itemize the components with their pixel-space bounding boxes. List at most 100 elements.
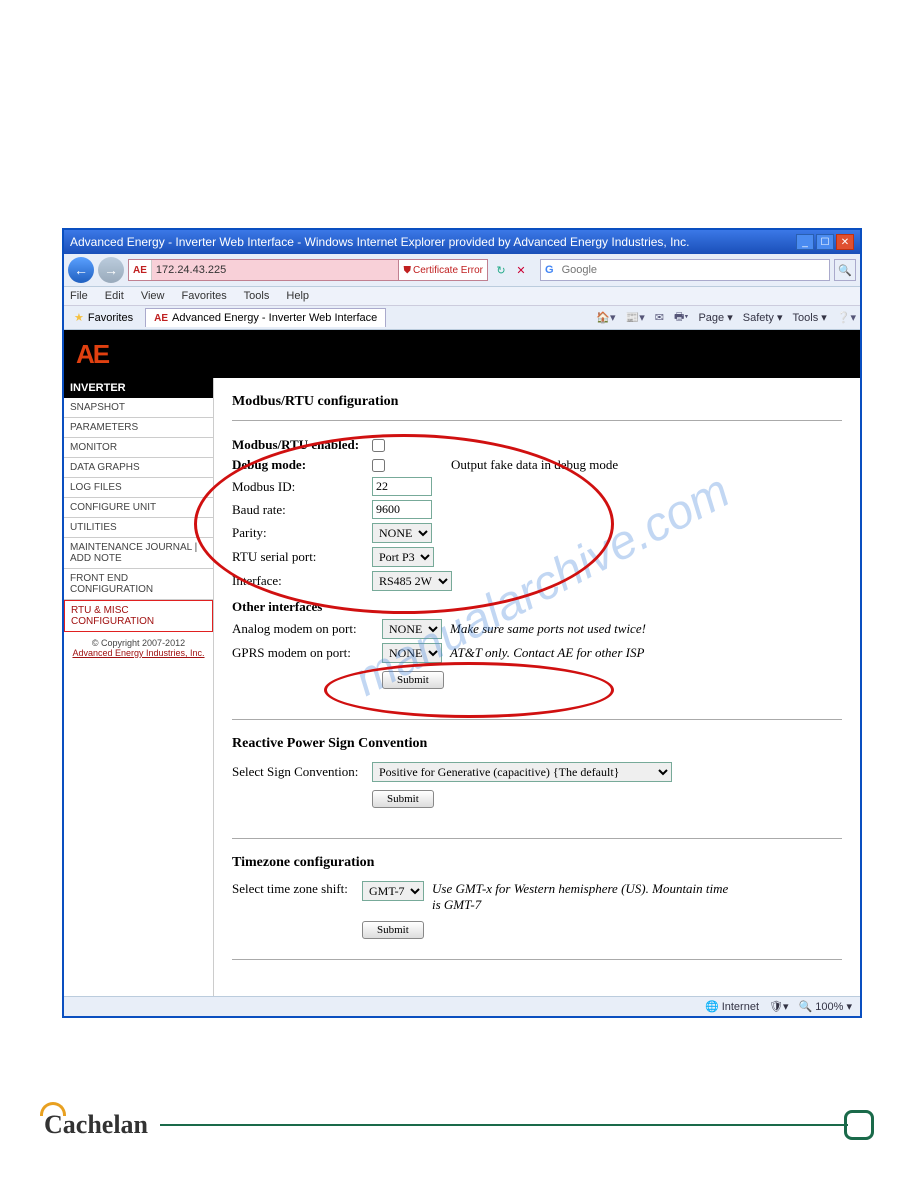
company-link[interactable]: Advanced Energy Industries, Inc. xyxy=(72,648,204,658)
page-menu[interactable]: Page ▾ xyxy=(698,311,732,324)
globe-icon: 🌐 xyxy=(705,1001,719,1013)
command-bar: 🏠▾ 📰▾ ✉ 🖶▾ Page ▾ Safety ▾ Tools ▾ ❔▾ xyxy=(596,308,856,327)
sidebar-item-maintenance-journal[interactable]: MAINTENANCE JOURNAL | ADD NOTE xyxy=(64,538,213,569)
close-button[interactable]: ✕ xyxy=(836,234,854,250)
menu-file[interactable]: File xyxy=(70,290,88,302)
stop-button[interactable]: ✕ xyxy=(514,264,528,277)
sidebar-item-data-graphs[interactable]: DATA GRAPHS xyxy=(64,458,213,478)
tab-icon: AE xyxy=(154,313,168,324)
sidebar-item-utilities[interactable]: UTILITIES xyxy=(64,518,213,538)
site-banner: AE xyxy=(64,330,860,378)
select-interface[interactable]: RS485 2W xyxy=(372,571,452,591)
divider xyxy=(232,959,842,960)
mail-icon[interactable]: ✉ xyxy=(655,311,664,324)
select-analog-modem[interactable]: NONE xyxy=(382,619,442,639)
logo-arc-icon xyxy=(40,1102,66,1116)
debug-note: Output fake data in debug mode xyxy=(451,457,618,473)
ae-logo: AE xyxy=(76,339,108,370)
note-gprs-modem: AT&T only. Contact AE for other ISP xyxy=(450,645,644,661)
tab-bar: ★Favorites AE Advanced Energy - Inverter … xyxy=(64,306,860,330)
menu-bar: File Edit View Favorites Tools Help xyxy=(64,287,860,306)
sidebar-item-snapshot[interactable]: SNAPSHOT xyxy=(64,398,213,418)
label-modbus-id: Modbus ID: xyxy=(232,479,372,495)
select-gprs-modem[interactable]: NONE xyxy=(382,643,442,663)
window-controls: _ ☐ ✕ xyxy=(796,234,854,250)
sidebar-item-front-end-config[interactable]: FRONT END CONFIGURATION xyxy=(64,569,213,600)
sidebar-header: INVERTER xyxy=(64,378,213,398)
footer-brand-logo: Cachelan xyxy=(44,1110,148,1140)
sidebar-copyright: © Copyright 2007-2012 Advanced Energy In… xyxy=(64,632,213,664)
select-sign-convention[interactable]: Positive for Generative (capacitive) {Th… xyxy=(372,762,672,782)
address-bar[interactable]: AE ⛊Certificate Error xyxy=(128,259,488,281)
certificate-error-badge[interactable]: ⛊Certificate Error xyxy=(398,260,487,280)
checkbox-debug-mode[interactable] xyxy=(372,459,385,472)
divider xyxy=(232,838,842,839)
divider xyxy=(232,719,842,720)
minimize-button[interactable]: _ xyxy=(796,234,814,250)
note-timezone: Use GMT-x for Western hemisphere (US). M… xyxy=(432,881,732,913)
maximize-button[interactable]: ☐ xyxy=(816,234,834,250)
menu-help[interactable]: Help xyxy=(286,290,309,302)
menu-edit[interactable]: Edit xyxy=(105,290,124,302)
zoom-control[interactable]: 🔍 100% ▾ xyxy=(799,1000,852,1013)
footer-box-icon xyxy=(844,1110,874,1140)
input-baud-rate[interactable] xyxy=(372,500,432,519)
menu-tools[interactable]: Tools xyxy=(244,290,270,302)
sidebar-item-parameters[interactable]: PARAMETERS xyxy=(64,418,213,438)
forward-button[interactable]: → xyxy=(98,257,124,283)
select-rtu-serial-port[interactable]: Port P3 xyxy=(372,547,434,567)
google-icon: G xyxy=(541,264,558,276)
subhead-other-interfaces: Other interfaces xyxy=(232,599,842,615)
label-baud-rate: Baud rate: xyxy=(232,502,372,518)
sidebar-item-monitor[interactable]: MONITOR xyxy=(64,438,213,458)
status-bar: 🌐 Internet 🛡▾ 🔍 100% ▾ xyxy=(64,996,860,1016)
browser-tab[interactable]: AE Advanced Energy - Inverter Web Interfa… xyxy=(145,308,386,327)
divider xyxy=(232,420,842,421)
submit-button-timezone[interactable]: Submit xyxy=(362,921,424,939)
sidebar-item-log-files[interactable]: LOG FILES xyxy=(64,478,213,498)
url-input[interactable] xyxy=(152,264,399,276)
note-analog-modem: Make sure same ports not used twice! xyxy=(450,621,646,637)
home-icon[interactable]: 🏠▾ xyxy=(596,311,615,324)
shield-icon: ⛊ xyxy=(403,265,411,276)
label-sign-convention: Select Sign Convention: xyxy=(232,764,372,780)
sidebar: INVERTER SNAPSHOT PARAMETERS MONITOR DAT… xyxy=(64,378,214,996)
sidebar-item-rtu-misc-config[interactable]: RTU & MISC CONFIGURATION xyxy=(64,600,213,632)
tools-menu[interactable]: Tools ▾ xyxy=(793,311,827,324)
select-timezone[interactable]: GMT-7 xyxy=(362,881,424,901)
feeds-icon[interactable]: 📰▾ xyxy=(626,311,645,324)
checkbox-modbus-enabled[interactable] xyxy=(372,439,385,452)
search-box[interactable]: G xyxy=(540,259,830,281)
menu-favorites[interactable]: Favorites xyxy=(182,290,227,302)
protected-mode-icon: 🛡▾ xyxy=(769,1000,789,1013)
browser-window: Advanced Energy - Inverter Web Interface… xyxy=(62,228,862,1018)
sidebar-item-configure-unit[interactable]: CONFIGURE UNIT xyxy=(64,498,213,518)
label-interface: Interface: xyxy=(232,573,372,589)
search-input[interactable] xyxy=(558,264,829,276)
favorites-button[interactable]: ★Favorites xyxy=(68,309,139,326)
label-debug-mode: Debug mode: xyxy=(232,457,372,473)
submit-button-modbus[interactable]: Submit xyxy=(382,671,444,689)
footer-rule xyxy=(160,1124,848,1126)
safety-menu[interactable]: Safety ▾ xyxy=(743,311,783,324)
label-timezone: Select time zone shift: xyxy=(232,881,362,897)
menu-view[interactable]: View xyxy=(141,290,165,302)
window-title: Advanced Energy - Inverter Web Interface… xyxy=(70,235,689,249)
refresh-button[interactable]: ↻ xyxy=(492,264,510,277)
site-icon: AE xyxy=(129,260,152,280)
search-button[interactable]: 🔍 xyxy=(834,259,856,281)
section-title-modbus: Modbus/RTU configuration xyxy=(232,394,842,410)
back-button[interactable]: ← xyxy=(68,257,94,283)
label-modbus-enabled: Modbus/RTU enabled: xyxy=(232,437,372,453)
input-modbus-id[interactable] xyxy=(372,477,432,496)
security-zone: Internet xyxy=(722,1001,759,1013)
label-rtu-serial-port: RTU serial port: xyxy=(232,549,372,565)
section-title-timezone: Timezone configuration xyxy=(232,855,842,871)
submit-button-reactive[interactable]: Submit xyxy=(372,790,434,808)
print-icon[interactable]: 🖶▾ xyxy=(674,308,688,327)
help-icon[interactable]: ❔▾ xyxy=(837,311,856,324)
select-parity[interactable]: NONE xyxy=(372,523,432,543)
window-titlebar: Advanced Energy - Inverter Web Interface… xyxy=(64,230,860,254)
section-title-reactive: Reactive Power Sign Convention xyxy=(232,736,842,752)
tab-title: Advanced Energy - Inverter Web Interface xyxy=(172,312,377,324)
